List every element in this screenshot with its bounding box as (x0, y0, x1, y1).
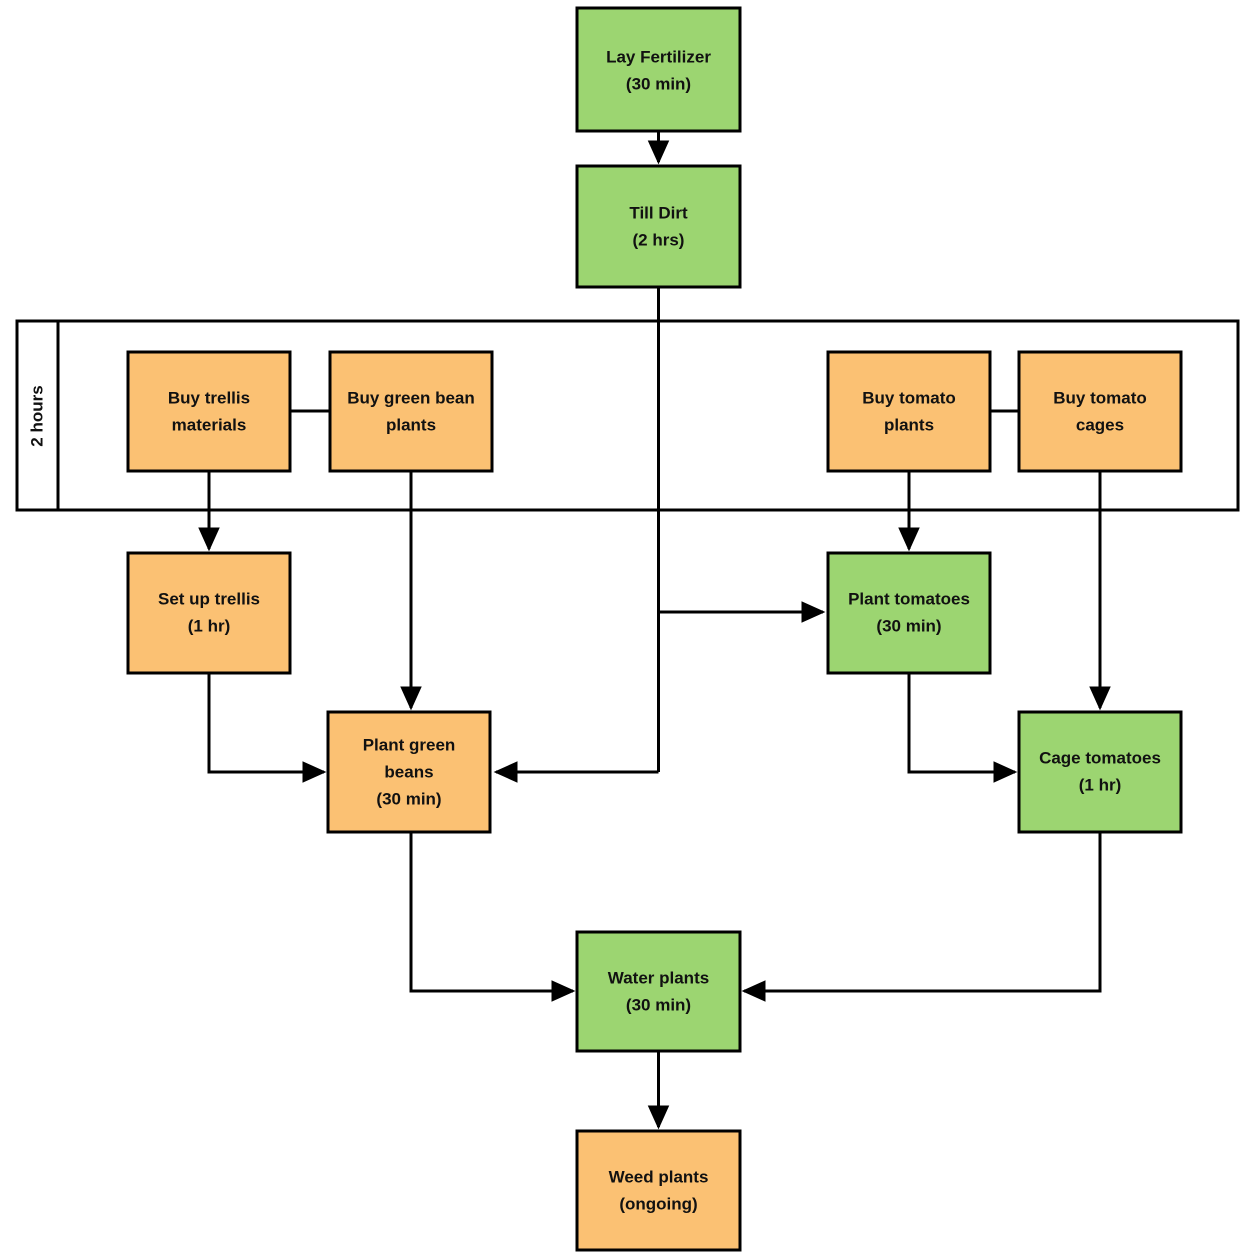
edge-plant-green-beans-to-water-plants (409, 832, 576, 1002)
node-set-up-trellis-box[interactable] (126, 551, 292, 675)
node-water-plants[interactable]: Water plants (30 min) (575, 930, 742, 1053)
node-buy-tomato-cages-line2: cages (1076, 415, 1124, 434)
edge-cage-tomatoes-to-water-plants (741, 832, 1102, 1002)
group-two-hours-label: 2 hours (27, 385, 46, 446)
node-plant-tomatoes-line2: (30 min) (876, 616, 941, 635)
node-buy-trellis-materials-box[interactable] (126, 350, 292, 473)
node-buy-trellis-materials-line1: Buy trellis (168, 388, 250, 407)
node-cage-tomatoes-line1: Cage tomatoes (1039, 748, 1161, 767)
edge-set-up-trellis-to-plant-green-beans (207, 673, 327, 783)
node-plant-green-beans-line2: beans (384, 762, 433, 781)
node-lay-fertilizer-line1: Lay Fertilizer (606, 47, 711, 66)
node-water-plants-line2: (30 min) (626, 995, 691, 1014)
flowchart-canvas: 2 hours Lay Fertilizer (30 min) Till Dir… (0, 0, 1244, 1257)
node-cage-tomatoes[interactable]: Cage tomatoes (1 hr) (1017, 710, 1183, 834)
node-till-dirt-line2: (2 hrs) (633, 230, 685, 249)
node-weed-plants-line1: Weed plants (609, 1167, 709, 1186)
node-till-dirt-box[interactable] (575, 164, 742, 289)
node-buy-green-bean-plants-line1: Buy green bean (347, 388, 475, 407)
node-buy-tomato-cages[interactable]: Buy tomato cages (1017, 350, 1183, 473)
node-cage-tomatoes-box[interactable] (1017, 710, 1183, 834)
flowchart-svg: 2 hours Lay Fertilizer (30 min) Till Dir… (15, 6, 1240, 1252)
node-lay-fertilizer[interactable]: Lay Fertilizer (30 min) (575, 6, 742, 133)
node-weed-plants[interactable]: Weed plants (ongoing) (575, 1129, 742, 1252)
node-till-dirt[interactable]: Till Dirt (2 hrs) (575, 164, 742, 289)
node-lay-fertilizer-box[interactable] (575, 6, 742, 133)
node-plant-tomatoes[interactable]: Plant tomatoes (30 min) (826, 551, 992, 675)
node-buy-tomato-plants-box[interactable] (826, 350, 992, 473)
node-buy-tomato-cages-box[interactable] (1017, 350, 1183, 473)
edge-plant-tomatoes-to-cage-tomatoes (907, 673, 1018, 783)
node-buy-tomato-cages-line1: Buy tomato (1053, 388, 1147, 407)
node-buy-tomato-plants-line2: plants (884, 415, 934, 434)
node-plant-green-beans[interactable]: Plant green beans (30 min) (326, 710, 492, 834)
node-buy-trellis-materials[interactable]: Buy trellis materials (126, 350, 292, 473)
node-buy-trellis-materials-line2: materials (172, 415, 247, 434)
node-till-dirt-line1: Till Dirt (629, 203, 688, 222)
node-buy-tomato-plants[interactable]: Buy tomato plants (826, 350, 992, 473)
node-plant-tomatoes-box[interactable] (826, 551, 992, 675)
node-water-plants-line1: Water plants (608, 968, 709, 987)
node-plant-green-beans-line1: Plant green (363, 735, 456, 754)
node-water-plants-box[interactable] (575, 930, 742, 1053)
node-set-up-trellis[interactable]: Set up trellis (1 hr) (126, 551, 292, 675)
node-weed-plants-line2: (ongoing) (619, 1194, 697, 1213)
node-set-up-trellis-line1: Set up trellis (158, 589, 260, 608)
node-lay-fertilizer-line2: (30 min) (626, 74, 691, 93)
node-buy-tomato-plants-line1: Buy tomato (862, 388, 956, 407)
node-plant-tomatoes-line1: Plant tomatoes (848, 589, 970, 608)
node-plant-green-beans-line3: (30 min) (376, 789, 441, 808)
node-buy-green-bean-plants[interactable]: Buy green bean plants (328, 350, 494, 473)
node-buy-green-bean-plants-box[interactable] (328, 350, 494, 473)
node-cage-tomatoes-line2: (1 hr) (1079, 775, 1122, 794)
node-set-up-trellis-line2: (1 hr) (188, 616, 231, 635)
node-weed-plants-box[interactable] (575, 1129, 742, 1252)
node-buy-green-bean-plants-line2: plants (386, 415, 436, 434)
